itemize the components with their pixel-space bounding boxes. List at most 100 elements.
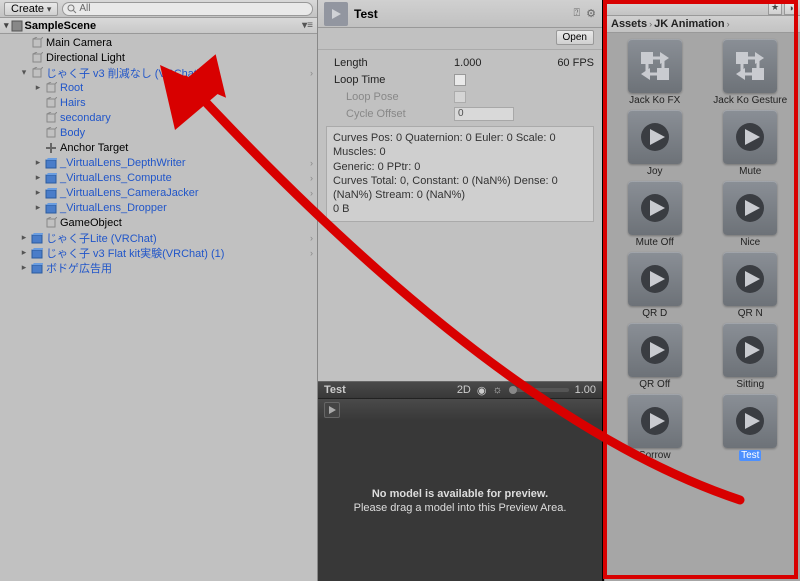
animation-clip-icon (628, 181, 682, 235)
hierarchy-panel: Create ▾ All ▾ SampleScene ▾≡ Main Camer… (0, 0, 318, 581)
hierarchy-item[interactable]: Directional Light (0, 50, 317, 65)
hierarchy-item[interactable]: Body (0, 125, 317, 140)
settings-icon[interactable]: ⚙ (586, 7, 596, 20)
asset-item[interactable]: Mute (705, 110, 797, 177)
hierarchy-item-label: _VirtualLens_DepthWriter (58, 157, 186, 169)
asset-grid[interactable]: Jack Ko FX Jack Ko GestureJoy Mute Mute Off… (605, 33, 800, 581)
hierarchy-tree[interactable]: Main Camera Directional Light ▾ じゃく子 v3 削減な… (0, 34, 317, 581)
asset-item[interactable]: Jack Ko FX (609, 39, 701, 106)
hierarchy-item[interactable]: ▸_VirtualLens_CameraJacker› (0, 185, 317, 200)
asset-label: Sorrow (637, 450, 673, 461)
asset-item[interactable]: Sitting (705, 323, 797, 390)
gameobject-icon (30, 246, 44, 260)
mode-2d-toggle[interactable]: 2D (457, 384, 471, 396)
animation-clip-icon (628, 252, 682, 306)
gameobject-icon (30, 66, 44, 80)
length-row: Length 1.000 60 FPS (318, 54, 602, 71)
hierarchy-item[interactable]: ▸ じゃく子Lite (VRChat) › (0, 230, 317, 245)
camera-icon[interactable]: ◉ (477, 384, 487, 397)
asset-label: Mute (737, 166, 763, 177)
asset-item[interactable]: Test (705, 394, 797, 461)
asset-label: Test (739, 450, 761, 461)
chevron-right-icon[interactable]: › (310, 68, 313, 78)
hierarchy-item[interactable]: ▸ _VirtualLens_Dropper › (0, 200, 317, 215)
open-button[interactable]: Open (556, 30, 594, 45)
hierarchy-item[interactable]: ▸ _VirtualLens_Compute › (0, 170, 317, 185)
scene-header[interactable]: ▾ SampleScene ▾≡ (0, 18, 317, 34)
foldout-icon[interactable]: ▾ (18, 67, 30, 78)
cycle-offset-field[interactable]: 0 (454, 107, 514, 121)
gameobject-icon (30, 36, 44, 50)
foldout-icon[interactable]: ▸ (32, 202, 44, 213)
chevron-right-icon[interactable]: › (310, 188, 313, 198)
chevron-right-icon[interactable]: › (310, 203, 313, 213)
foldout-icon[interactable]: ▸ (18, 262, 30, 273)
preview-speed-slider[interactable] (509, 388, 569, 392)
hierarchy-item[interactable]: GameObject (0, 215, 317, 230)
hierarchy-search[interactable]: All (62, 2, 313, 16)
gameobject-icon (44, 216, 58, 230)
asset-label: QR Off (637, 379, 672, 390)
hierarchy-item[interactable]: ▸ _VirtualLens_DepthWriter › (0, 155, 317, 170)
breadcrumb[interactable]: Assets › JK Animation › (605, 16, 800, 33)
hierarchy-item-label: じゃく子Lite (VRChat) (44, 230, 157, 246)
hierarchy-item[interactable]: ▾ じゃく子 v3 削減なし (VRChat) › (0, 65, 317, 80)
inspector-header: Test ⍰ ⚙ (318, 0, 602, 28)
foldout-icon[interactable]: ▸ (18, 232, 30, 243)
preview-area: Test 2D ◉ ☼ 1.00 No model is available f… (318, 381, 602, 581)
hierarchy-item-label: _VirtualLens_Compute (58, 172, 172, 184)
asset-item[interactable]: Joy (609, 110, 701, 177)
search-icon (67, 4, 77, 14)
gameobject-icon (44, 201, 58, 215)
preview-play-button[interactable] (324, 402, 340, 418)
hierarchy-item[interactable]: ▸Root (0, 80, 317, 95)
help-icon[interactable]: ⍰ (574, 7, 581, 20)
asset-item[interactable]: QR D (609, 252, 701, 319)
hierarchy-toolbar: Create ▾ All (0, 0, 317, 18)
animator-controller-icon (723, 39, 777, 93)
chevron-right-icon[interactable]: › (310, 248, 313, 258)
hierarchy-item[interactable]: secondary (0, 110, 317, 125)
light-icon[interactable]: ☼ (492, 384, 502, 396)
chevron-right-icon[interactable]: › (310, 158, 313, 168)
loop-pose-row: Loop Pose (318, 88, 602, 105)
hierarchy-item-label: Anchor Target (58, 142, 128, 154)
preview-title: Test (324, 384, 346, 396)
foldout-icon[interactable]: ▸ (32, 157, 44, 168)
hierarchy-item[interactable]: ▸ ボドゲ広告用 (0, 260, 317, 275)
asset-item[interactable]: QR N (705, 252, 797, 319)
asset-label: Jack Ko FX (627, 95, 682, 106)
foldout-icon[interactable]: ▸ (32, 187, 44, 198)
hierarchy-item-label: ボドゲ広告用 (44, 260, 112, 276)
asset-item[interactable]: Jack Ko Gesture (705, 39, 797, 106)
asset-item[interactable]: Sorrow (609, 394, 701, 461)
loop-pose-checkbox[interactable] (454, 91, 466, 103)
create-dropdown[interactable]: Create ▾ (4, 2, 58, 16)
hierarchy-item-label: Main Camera (44, 37, 112, 49)
asset-item[interactable]: QR Off (609, 323, 701, 390)
hierarchy-item[interactable]: ▸じゃく子 v3 Flat kit実験(VRChat) (1)› (0, 245, 317, 260)
favorite-icon[interactable]: ★ (768, 1, 782, 15)
foldout-icon[interactable]: ▸ (32, 82, 44, 93)
animation-clip-icon (723, 252, 777, 306)
hierarchy-item-label: Directional Light (44, 52, 125, 64)
scene-icon (11, 20, 23, 32)
asset-item[interactable]: Mute Off (609, 181, 701, 248)
hidden-icon[interactable]: ◑ (784, 1, 798, 15)
hierarchy-item[interactable]: Anchor Target (0, 140, 317, 155)
animator-controller-icon (628, 39, 682, 93)
hierarchy-item-label: じゃく子 v3 削減なし (VRChat) (44, 65, 201, 81)
hierarchy-item[interactable]: Hairs (0, 95, 317, 110)
hierarchy-item[interactable]: Main Camera (0, 35, 317, 50)
gameobject-icon (30, 231, 44, 245)
asset-item[interactable]: Nice (705, 181, 797, 248)
gameobject-icon (44, 81, 58, 95)
preview-message[interactable]: No model is available for preview. Pleas… (318, 421, 602, 581)
scene-options-icon[interactable]: ▾≡ (302, 20, 313, 31)
hierarchy-item-label: _VirtualLens_Dropper (58, 202, 167, 214)
foldout-icon[interactable]: ▸ (18, 247, 30, 258)
foldout-icon[interactable]: ▸ (32, 172, 44, 183)
chevron-right-icon[interactable]: › (310, 173, 313, 183)
loop-time-checkbox[interactable] (454, 74, 466, 86)
chevron-right-icon[interactable]: › (310, 233, 313, 243)
